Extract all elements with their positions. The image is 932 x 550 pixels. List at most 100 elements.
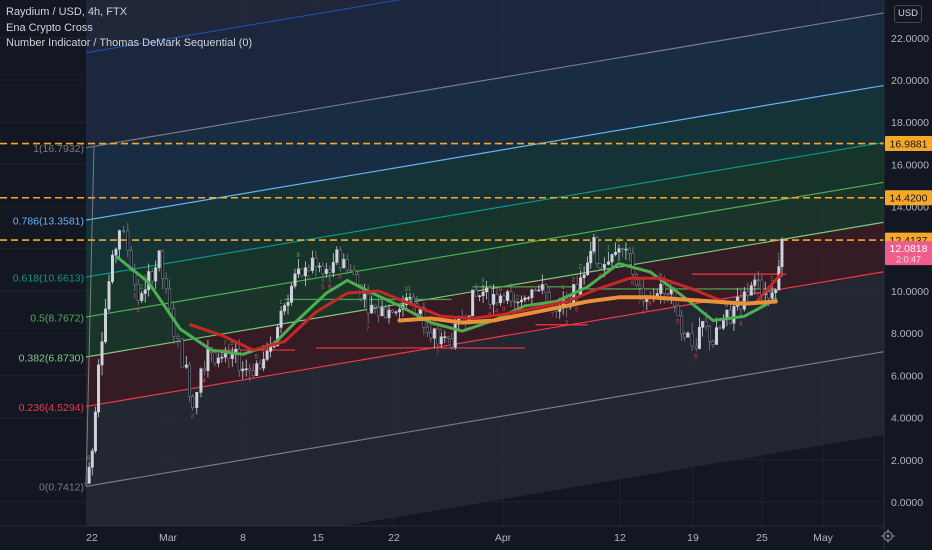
candle-body	[317, 265, 321, 268]
candle-body	[411, 296, 415, 305]
candle-body	[711, 340, 715, 345]
candle-body	[746, 291, 750, 296]
indicator-ena-crypto-cross[interactable]: Ena Crypto Cross	[6, 21, 252, 37]
candle-body	[126, 230, 130, 251]
candle-body	[718, 327, 722, 329]
candle-body	[230, 354, 234, 359]
candle-body	[492, 293, 496, 305]
candle-body	[439, 336, 443, 345]
candle-body	[509, 291, 513, 302]
candle-body	[87, 466, 91, 484]
candle-body	[202, 368, 206, 371]
candle-body	[478, 295, 482, 298]
candle-body	[767, 291, 771, 299]
fib-level-label: 0(0.7412)	[39, 482, 84, 494]
candle-body	[638, 284, 642, 289]
time-axis-tick: 19	[687, 532, 699, 544]
candle-body	[342, 258, 346, 269]
candle-body	[606, 261, 610, 265]
price-axis-tick: 6.0000	[891, 370, 923, 382]
candle-body	[150, 271, 154, 282]
fib-level-label: 1(16.7932)	[33, 143, 84, 155]
candle-body	[331, 262, 335, 273]
candle-body	[314, 257, 318, 267]
candle-body	[544, 284, 548, 294]
candle-body	[296, 268, 300, 275]
candle-body	[307, 267, 311, 271]
candle-body	[216, 357, 220, 364]
candle-body	[104, 308, 108, 343]
candle-body	[620, 248, 624, 250]
candle-body	[602, 264, 606, 269]
candle-body	[244, 368, 248, 371]
indicator-td-sequential[interactable]: Number Indicator / Thomas DeMark Sequent…	[6, 36, 252, 52]
candle-body	[753, 279, 757, 286]
candle-body	[519, 299, 523, 303]
candle-body	[680, 315, 684, 335]
candle-body	[523, 297, 527, 301]
candle-body	[258, 363, 262, 369]
price-axis-tick: 2.0000	[891, 455, 923, 467]
candle-body	[485, 287, 489, 293]
candle-body	[391, 309, 395, 313]
candle-body	[721, 319, 725, 329]
candle-body	[366, 293, 370, 314]
candle-body	[749, 285, 753, 296]
candle-body	[530, 289, 534, 298]
price-axis-tick: 0.0000	[891, 497, 923, 509]
candle-body	[592, 237, 596, 252]
candle-body	[363, 293, 367, 299]
bar-countdown-label: 2:0:47	[896, 255, 921, 265]
candle-body	[760, 279, 764, 295]
candle-body	[690, 332, 694, 347]
candle-body	[114, 248, 118, 256]
candle-body	[90, 450, 94, 468]
candle-body	[191, 396, 195, 408]
candle-body	[613, 251, 617, 255]
fib-level-label: 0.5(8.7672)	[30, 312, 84, 324]
candle-body	[110, 254, 114, 282]
candle-body	[122, 230, 126, 232]
candle-body	[321, 265, 325, 274]
gear-icon[interactable]	[881, 529, 895, 543]
candle-body	[195, 392, 199, 408]
time-axis-background	[0, 526, 884, 550]
candle-body	[502, 295, 506, 301]
candle-body	[627, 248, 631, 254]
candle-body	[176, 336, 180, 340]
candle-body	[248, 368, 252, 372]
candle-body	[213, 352, 217, 364]
symbol-title[interactable]: Raydium / USD, 4h, FTX	[6, 5, 252, 21]
candle-body	[694, 345, 698, 349]
candle-body	[471, 289, 475, 317]
price-chart[interactable]: 0(0.7412) 0.236(4.5294) 0.382(6.8730) 0.5(8…	[0, 0, 932, 550]
price-axis-tick: 22.0000	[891, 33, 929, 45]
candle-body	[338, 249, 342, 269]
candle-body	[610, 254, 614, 263]
candle-body	[161, 250, 165, 280]
candle-body	[117, 230, 121, 250]
candle-body	[180, 338, 184, 368]
candle-body	[488, 287, 492, 305]
candle-body	[589, 250, 593, 264]
candle-body	[335, 249, 339, 263]
candle-body	[328, 269, 332, 273]
candle-body	[516, 301, 520, 304]
candle-body	[394, 311, 398, 314]
candle-body	[184, 364, 188, 368]
candle-body	[107, 281, 111, 310]
candle-body	[474, 289, 478, 297]
candle-body	[387, 309, 391, 319]
candle-body	[526, 297, 530, 299]
candle-body	[384, 307, 388, 319]
candle-body	[154, 267, 158, 282]
candle-body	[624, 248, 628, 251]
candle-body	[84, 482, 88, 485]
candle-body	[631, 253, 635, 275]
candle-body	[140, 293, 144, 301]
candle-body	[164, 278, 168, 290]
currency-button[interactable]: USD	[894, 5, 922, 23]
candle-body	[380, 307, 384, 317]
candle-body	[617, 248, 621, 253]
candle-body	[283, 305, 287, 312]
